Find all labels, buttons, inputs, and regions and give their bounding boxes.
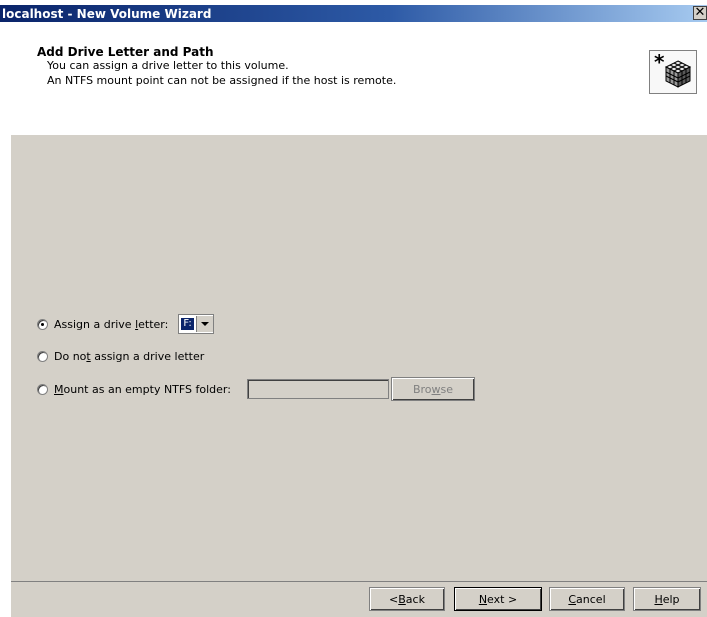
no-letter-label: Do not assign a drive letter	[54, 349, 205, 363]
drive-letter-value: F:	[181, 318, 194, 330]
wizard-body: Assign a drive letter: F: Do not assign …	[11, 135, 707, 617]
page-title: Add Drive Letter and Path	[37, 45, 214, 59]
window-title: localhost - New Volume Wizard	[2, 7, 212, 21]
assign-letter-radio[interactable]	[37, 318, 48, 330]
header-description-1: You can assign a drive letter to this vo…	[47, 59, 289, 72]
close-icon[interactable]: ✕	[693, 6, 707, 20]
no-letter-radio[interactable]	[37, 350, 48, 362]
chevron-down-icon[interactable]	[195, 316, 213, 332]
cancel-button[interactable]: Cancel	[549, 587, 625, 611]
wizard-header: Add Drive Letter and Path You can assign…	[11, 22, 707, 135]
mount-folder-label: Mount as an empty NTFS folder:	[54, 382, 231, 396]
back-button[interactable]: < Back	[369, 587, 445, 611]
wizard-cube-icon: *	[649, 50, 697, 94]
button-separator	[11, 581, 707, 582]
help-button[interactable]: Help	[633, 587, 701, 611]
assign-letter-option[interactable]: Assign a drive letter: F:	[37, 314, 214, 334]
browse-button[interactable]: Bro w se	[391, 377, 475, 401]
assign-letter-label: Assign a drive letter:	[54, 317, 169, 331]
header-description-2: An NTFS mount point can not be assigned …	[47, 74, 397, 87]
mount-folder-radio[interactable]	[37, 383, 48, 395]
svg-text:*: *	[654, 51, 665, 74]
next-button[interactable]: Next >	[454, 587, 542, 611]
drive-letter-select[interactable]: F:	[178, 314, 214, 334]
folder-path-field[interactable]	[247, 379, 389, 399]
mount-folder-option[interactable]: Mount as an empty NTFS folder:	[37, 380, 231, 398]
title-bar: localhost - New Volume Wizard ✕	[0, 0, 707, 23]
no-letter-option[interactable]: Do not assign a drive letter	[37, 347, 204, 365]
